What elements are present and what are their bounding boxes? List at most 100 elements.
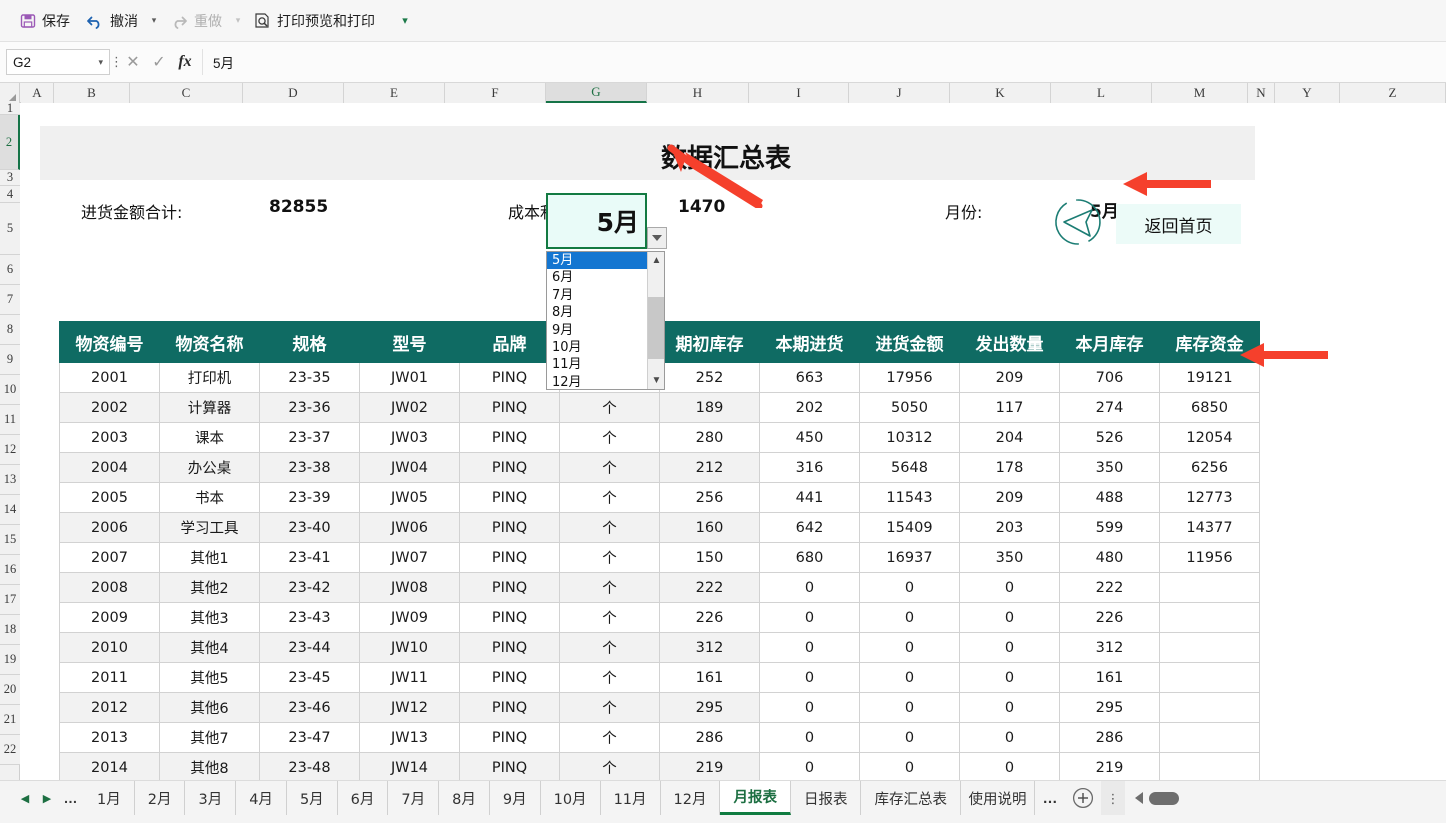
nav-prev-icon[interactable]: ▶ <box>36 781 58 815</box>
table-cell[interactable]: 295 <box>1059 692 1160 723</box>
table-cell[interactable]: 其他1 <box>159 542 260 573</box>
table-cell[interactable]: 222 <box>659 572 760 603</box>
column-header-M[interactable]: M <box>1152 83 1248 103</box>
table-row[interactable]: 2009 其他3 23-43 JW09 PINQ 个 226 0 0 0 226 <box>59 602 1260 633</box>
table-cell[interactable]: PINQ <box>459 722 560 753</box>
table-row[interactable]: 2003 课本 23-37 JW03 PINQ 个 280 450 10312 204 526 120… <box>59 422 1260 453</box>
column-header-C[interactable]: C <box>130 83 243 103</box>
table-row[interactable]: 2011 其他5 23-45 JW11 PINQ 个 161 0 0 0 161 <box>59 662 1260 693</box>
column-header-B[interactable]: B <box>54 83 130 103</box>
table-cell[interactable]: 个 <box>559 512 660 543</box>
table-cell[interactable] <box>1159 602 1260 633</box>
table-cell[interactable]: 150 <box>659 542 760 573</box>
table-cell[interactable]: 个 <box>559 662 660 693</box>
table-cell[interactable]: 23-36 <box>259 392 360 423</box>
row-header-1[interactable]: 1 <box>0 101 20 115</box>
month-option[interactable]: 7月 <box>547 287 648 304</box>
month-option[interactable]: 10月 <box>547 339 648 356</box>
sheet-tab-使用说明[interactable]: 使用说明 <box>961 781 1035 815</box>
sheet-tab-8月[interactable]: 8月 <box>439 781 490 815</box>
sheet-menu-dots-icon[interactable]: ⋮ <box>1100 781 1125 815</box>
table-cell[interactable]: 打印机 <box>159 362 260 393</box>
table-cell[interactable]: 274 <box>1059 392 1160 423</box>
name-box[interactable]: G2 ▾ <box>6 49 110 75</box>
table-cell[interactable]: 10312 <box>859 422 960 453</box>
table-cell[interactable]: 12054 <box>1159 422 1260 453</box>
table-cell[interactable]: 17956 <box>859 362 960 393</box>
table-cell[interactable]: 0 <box>859 722 960 753</box>
table-cell[interactable]: JW02 <box>359 392 460 423</box>
row-header-18[interactable]: 18 <box>0 615 20 645</box>
scrollbar-thumb[interactable] <box>648 297 664 359</box>
table-cell[interactable]: 226 <box>1059 602 1160 633</box>
table-cell[interactable]: 15409 <box>859 512 960 543</box>
table-cell[interactable]: JW13 <box>359 722 460 753</box>
table-cell[interactable]: 23-46 <box>259 692 360 723</box>
table-cell[interactable]: 其他7 <box>159 722 260 753</box>
table-row[interactable]: 2007 其他1 23-41 JW07 PINQ 个 150 680 16937 350 480 11… <box>59 542 1260 573</box>
column-header-K[interactable]: K <box>950 83 1051 103</box>
table-cell[interactable]: 295 <box>659 692 760 723</box>
table-cell[interactable]: 其他4 <box>159 632 260 663</box>
table-row[interactable]: 2005 书本 23-39 JW05 PINQ 个 256 441 11543 209 488 127… <box>59 482 1260 513</box>
table-cell[interactable]: JW07 <box>359 542 460 573</box>
horizontal-scrollbar[interactable] <box>1125 781 1179 815</box>
sheet-tab-3月[interactable]: 3月 <box>185 781 237 815</box>
sheet-tab-1月[interactable]: 1月 <box>84 781 135 815</box>
table-cell[interactable]: JW09 <box>359 602 460 633</box>
table-cell[interactable]: 其他8 <box>159 752 260 780</box>
table-cell[interactable]: PINQ <box>459 692 560 723</box>
table-row[interactable]: 2013 其他7 23-47 JW13 PINQ 个 286 0 0 0 286 <box>59 722 1260 753</box>
table-cell[interactable]: 2001 <box>59 362 160 393</box>
table-cell[interactable]: 706 <box>1059 362 1160 393</box>
month-option[interactable]: 5月 <box>547 252 648 270</box>
table-cell[interactable]: 0 <box>759 572 860 603</box>
table-cell[interactable] <box>1159 662 1260 693</box>
column-header-E[interactable]: E <box>344 83 445 103</box>
table-cell[interactable]: 12773 <box>1159 482 1260 513</box>
table-cell[interactable]: PINQ <box>459 572 560 603</box>
table-cell[interactable] <box>1159 722 1260 753</box>
column-header-G[interactable]: G <box>546 83 647 103</box>
tab-overflow-left[interactable]: … <box>58 781 84 815</box>
table-cell[interactable]: PINQ <box>459 602 560 633</box>
row-header-22[interactable]: 22 <box>0 735 20 765</box>
table-cell[interactable]: 441 <box>759 482 860 513</box>
table-row[interactable]: 2002 计算器 23-36 JW02 PINQ 个 189 202 5050 117 274 685… <box>59 392 1260 423</box>
row-header-4[interactable]: 4 <box>0 186 20 203</box>
table-cell[interactable]: PINQ <box>459 632 560 663</box>
table-cell[interactable]: 19121 <box>1159 362 1260 393</box>
month-option[interactable]: 9月 <box>547 322 648 339</box>
table-row[interactable]: 2010 其他4 23-44 JW10 PINQ 个 312 0 0 0 312 <box>59 632 1260 663</box>
table-cell[interactable]: 2005 <box>59 482 160 513</box>
table-row[interactable]: 2004 办公桌 23-38 JW04 PINQ 个 212 316 5648 178 350 625… <box>59 452 1260 483</box>
table-cell[interactable]: 23-42 <box>259 572 360 603</box>
table-row[interactable]: 2014 其他8 23-48 JW14 PINQ 个 219 0 0 0 219 <box>59 752 1260 780</box>
row-header-11[interactable]: 11 <box>0 405 20 435</box>
column-header-H[interactable]: H <box>647 83 749 103</box>
sheet-tab-9月[interactable]: 9月 <box>490 781 541 815</box>
table-cell[interactable]: 办公桌 <box>159 452 260 483</box>
table-cell[interactable]: 203 <box>959 512 1060 543</box>
table-cell[interactable]: 6850 <box>1159 392 1260 423</box>
row-header-7[interactable]: 7 <box>0 285 20 315</box>
table-cell[interactable]: 23-35 <box>259 362 360 393</box>
table-cell[interactable]: 2011 <box>59 662 160 693</box>
table-cell[interactable]: JW11 <box>359 662 460 693</box>
sheet-tab-2月[interactable]: 2月 <box>135 781 186 815</box>
table-cell[interactable]: 0 <box>959 752 1060 780</box>
table-cell[interactable]: JW01 <box>359 362 460 393</box>
table-cell[interactable]: 个 <box>559 452 660 483</box>
sheet-tab-5月[interactable]: 5月 <box>287 781 338 815</box>
table-cell[interactable]: 642 <box>759 512 860 543</box>
table-cell[interactable] <box>1159 692 1260 723</box>
table-cell[interactable]: 23-40 <box>259 512 360 543</box>
table-cell[interactable]: 23-41 <box>259 542 360 573</box>
table-cell[interactable]: 个 <box>559 392 660 423</box>
table-cell[interactable]: PINQ <box>459 542 560 573</box>
table-cell[interactable]: 2002 <box>59 392 160 423</box>
table-cell[interactable]: 212 <box>659 452 760 483</box>
table-cell[interactable]: 个 <box>559 542 660 573</box>
table-cell[interactable]: 23-39 <box>259 482 360 513</box>
caret-up-icon[interactable]: ▲ <box>648 252 664 269</box>
